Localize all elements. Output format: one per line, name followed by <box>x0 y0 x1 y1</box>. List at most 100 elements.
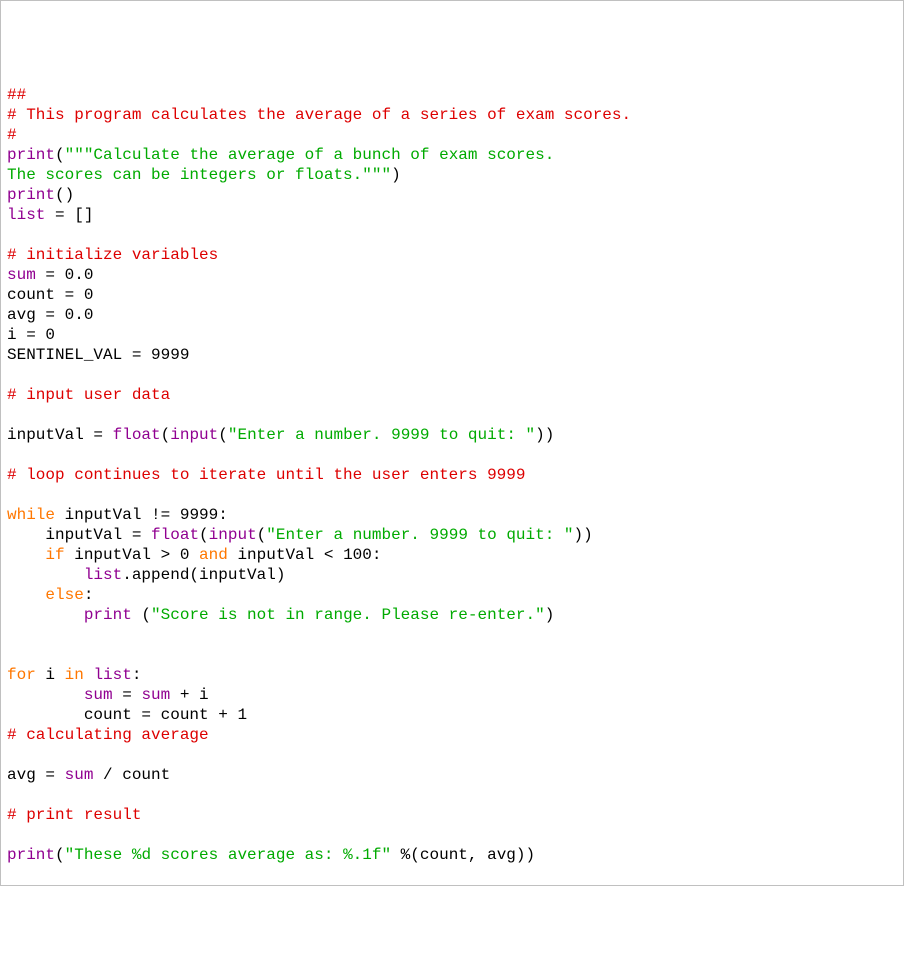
token-builtin: list <box>93 666 131 684</box>
code-line <box>7 485 897 505</box>
token-black: inputVal < 100: <box>228 546 382 564</box>
token-builtin: sum <box>65 766 94 784</box>
code-line <box>7 785 897 805</box>
code-line <box>7 365 897 385</box>
indent <box>7 546 45 564</box>
token-black: / count <box>93 766 170 784</box>
token-black: SENTINEL_VAL = 9999 <box>7 346 189 364</box>
code-line: for i in list: <box>7 665 897 685</box>
token-builtin: list <box>7 206 45 224</box>
code-line: ## <box>7 85 897 105</box>
code-line: # loop continues to iterate until the us… <box>7 465 897 485</box>
token-black: )) <box>535 426 554 444</box>
token-black: ( <box>55 846 65 864</box>
code-line <box>7 645 897 665</box>
token-black: ( <box>132 606 151 624</box>
code-line: sum = sum + i <box>7 685 897 705</box>
token-builtin: float <box>151 526 199 544</box>
code-line: SENTINEL_VAL = 9999 <box>7 345 897 365</box>
token-black: () <box>55 186 74 204</box>
code-line: inputVal = float(input("Enter a number. … <box>7 525 897 545</box>
token-black: )) <box>574 526 593 544</box>
code-line: if inputVal > 0 and inputVal < 100: <box>7 545 897 565</box>
indent <box>7 706 84 724</box>
token-keyword: in <box>65 666 84 684</box>
token-builtin: list <box>84 566 122 584</box>
code-line: sum = 0.0 <box>7 265 897 285</box>
token-keyword: if <box>45 546 64 564</box>
token-black: %(count, avg)) <box>391 846 535 864</box>
token-comment: # This program calculates the average of… <box>7 106 631 124</box>
code-line <box>7 745 897 765</box>
code-line: inputVal = float(input("Enter a number. … <box>7 425 897 445</box>
token-black: inputVal = <box>45 526 151 544</box>
token-string: "Enter a number. 9999 to quit: " <box>266 526 573 544</box>
token-black: ) <box>391 166 401 184</box>
code-line: print() <box>7 185 897 205</box>
code-line: list.append(inputVal) <box>7 565 897 585</box>
indent <box>7 526 45 544</box>
indent <box>7 686 84 704</box>
code-line <box>7 405 897 425</box>
token-builtin: input <box>209 526 257 544</box>
token-comment: ## <box>7 86 26 104</box>
token-black: + i <box>170 686 208 704</box>
code-line: # calculating average <box>7 725 897 745</box>
token-string: "These %d scores average as: %.1f" <box>65 846 391 864</box>
token-builtin: print <box>84 606 132 624</box>
token-builtin: print <box>7 846 55 864</box>
code-line: avg = sum / count <box>7 765 897 785</box>
token-black: = [] <box>45 206 93 224</box>
token-black: .append(inputVal) <box>122 566 285 584</box>
token-black: avg = <box>7 766 65 784</box>
token-black: ( <box>257 526 267 544</box>
token-string: "Score is not in range. Please re-enter.… <box>151 606 545 624</box>
code-editor: ## # This program calculates the average … <box>7 85 897 865</box>
token-keyword: for <box>7 666 36 684</box>
code-line: print("These %d scores average as: %.1f"… <box>7 845 897 865</box>
code-line: The scores can be integers or floats."""… <box>7 165 897 185</box>
code-line <box>7 225 897 245</box>
token-builtin: sum <box>84 686 113 704</box>
code-line: # input user data <box>7 385 897 405</box>
code-line <box>7 625 897 645</box>
token-comment: # print result <box>7 806 141 824</box>
code-line: list = [] <box>7 205 897 225</box>
indent <box>7 586 45 604</box>
token-string: "Enter a number. 9999 to quit: " <box>228 426 535 444</box>
token-black: inputVal > 0 <box>65 546 199 564</box>
code-line <box>7 825 897 845</box>
code-line: else: <box>7 585 897 605</box>
token-keyword: and <box>199 546 228 564</box>
token-black: ( <box>161 426 171 444</box>
indent <box>7 566 84 584</box>
token-builtin: float <box>113 426 161 444</box>
code-line: # initialize variables <box>7 245 897 265</box>
token-black: ( <box>199 526 209 544</box>
token-black: count = 0 <box>7 286 93 304</box>
indent <box>7 606 84 624</box>
token-black: = <box>113 686 142 704</box>
code-line: i = 0 <box>7 325 897 345</box>
token-black: ) <box>545 606 555 624</box>
token-black <box>84 666 94 684</box>
token-builtin: sum <box>7 266 36 284</box>
code-line: print ("Score is not in range. Please re… <box>7 605 897 625</box>
token-builtin: print <box>7 186 55 204</box>
code-line: count = count + 1 <box>7 705 897 725</box>
token-black: inputVal = <box>7 426 113 444</box>
code-line: count = 0 <box>7 285 897 305</box>
token-comment: # <box>7 126 17 144</box>
token-builtin: input <box>170 426 218 444</box>
code-line: # print result <box>7 805 897 825</box>
token-black: = 0.0 <box>36 266 94 284</box>
code-line: # This program calculates the average of… <box>7 105 897 125</box>
token-black: i <box>36 666 65 684</box>
token-black: i = 0 <box>7 326 55 344</box>
token-comment: # calculating average <box>7 726 209 744</box>
token-black: avg = 0.0 <box>7 306 93 324</box>
code-line: # <box>7 125 897 145</box>
token-comment: # initialize variables <box>7 246 218 264</box>
token-string: The scores can be integers or floats.""" <box>7 166 391 184</box>
token-black: count = count + 1 <box>84 706 247 724</box>
